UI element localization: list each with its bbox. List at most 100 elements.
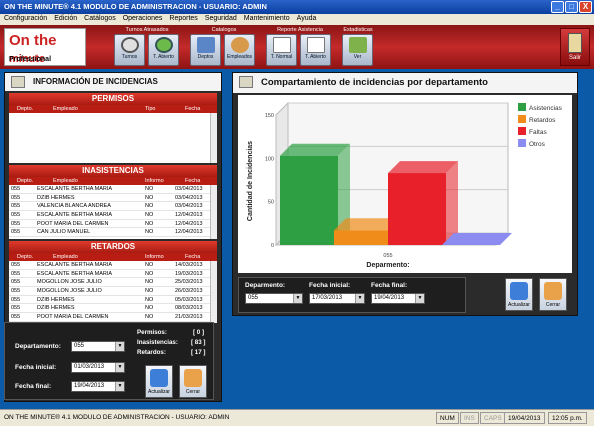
inasistencias-title: INASISTENCIAS — [9, 165, 217, 177]
actualizar-button[interactable]: Actualizar — [145, 365, 173, 398]
chart-icon — [239, 76, 253, 88]
refresh-icon — [510, 282, 528, 300]
table-row[interactable]: 055 POOT MARIA DEL CARMEN NO 21/03/2013 — [9, 313, 217, 322]
window-title: ON THE MINUTE® 4.1 MODULO DE ADMINISTRAC… — [4, 2, 267, 11]
table-row[interactable]: 055 VALENCIA BLANCA ANDREA NO 03/04/2013 — [9, 202, 217, 212]
deptos-button[interactable]: Deptos — [190, 34, 221, 66]
deparmento-select[interactable]: 055 ▼ — [245, 293, 303, 304]
cerrar-button[interactable]: Cerrar — [179, 365, 207, 398]
chevron-down-icon[interactable]: ▼ — [115, 382, 124, 391]
chevron-down-icon[interactable]: ▼ — [355, 294, 364, 303]
salir-button[interactable]: Salir — [560, 28, 590, 66]
retardos-title: RETARDOS — [9, 241, 217, 253]
group-label-reporte: Reporte Asistencia — [277, 27, 323, 33]
table-row[interactable]: 055 DZIB HERMES NO 08/03/2013 — [9, 304, 217, 314]
group-turnos: Turnos Atrasados Turnos T. Abierto — [110, 27, 184, 67]
y-tick-label: 0 — [271, 243, 274, 249]
deparmento-label: Deparmento: — [245, 282, 286, 289]
window-controls: _ □ X — [551, 1, 592, 13]
permisos-count-label: Permisos: — [137, 329, 167, 336]
t-normal-button[interactable]: T. Normal — [266, 34, 297, 66]
table-row[interactable]: 055 CAN JULIO MANUEL NO 12/04/2013 — [9, 228, 217, 238]
close-window-button[interactable]: X — [579, 1, 592, 13]
y-tick-label: 150 — [265, 113, 274, 119]
table-row[interactable]: 055 ESCALANTE BERTHA MARIA NO 14/03/2013 — [9, 261, 217, 270]
depto-label: Departamento: — [15, 343, 61, 350]
stats-icon — [348, 37, 367, 53]
retardos-count: [ 17 ] — [191, 349, 206, 356]
incidencias-header: INFORMACIÓN DE INCIDENCIAS — [5, 73, 221, 91]
inasistencias-count: [ 83 ] — [191, 339, 206, 346]
table-row[interactable]: 055 DZIB HERMES NO 05/03/2013 — [9, 296, 217, 305]
chevron-down-icon[interactable]: ▼ — [115, 342, 124, 351]
bar-asistencias — [280, 155, 338, 245]
menu-ayuda[interactable]: Ayuda — [297, 15, 317, 24]
bar-retardos — [334, 230, 392, 245]
depto-select[interactable]: 055 ▼ — [71, 341, 125, 352]
ver-button[interactable]: Ver — [342, 34, 373, 66]
legend-swatch — [518, 139, 526, 147]
table-row[interactable]: 055 POOT MARIA DEL CARMEN NO 12/04/2013 — [9, 220, 217, 229]
table-row[interactable]: 055 ESCALANTE BERTHA MARIA NO 19/03/2013 — [9, 270, 217, 279]
chevron-down-icon[interactable]: ▼ — [415, 294, 424, 303]
chevron-down-icon[interactable]: ▼ — [293, 294, 302, 303]
chart-actualizar-button[interactable]: Actualizar — [505, 278, 533, 311]
x-tick-label: 055 — [383, 253, 392, 259]
menu-catalogos[interactable]: Catálogos — [84, 15, 116, 24]
right-fecha-final-field[interactable]: 19/04/2013 ▼ — [371, 293, 425, 304]
y-axis-label: Cantidad de Incidencias — [247, 141, 254, 221]
bar-side-faltas — [446, 161, 458, 245]
employees-icon — [230, 37, 249, 53]
right-fecha-final-label: Fecha final: — [371, 282, 408, 289]
permisos-title: PERMISOS — [9, 93, 217, 105]
report-check-icon — [306, 37, 325, 53]
fecha-final-field[interactable]: 19/04/2013 ▼ — [71, 381, 125, 392]
right-fecha-inicial-field[interactable]: 17/03/2013 ▼ — [309, 293, 365, 304]
menu-bar: Configuración Edición Catálogos Operacio… — [0, 14, 594, 25]
menu-seguridad[interactable]: Seguridad — [205, 15, 237, 24]
retardos-table[interactable]: 055 ESCALANTE BERTHA MARIA NO 14/03/2013 05… — [9, 261, 217, 323]
inasistencias-count-label: Inasistencias: — [137, 339, 178, 346]
table-row[interactable]: 055 MOGOLLON JOSE JULIO NO 26/03/2013 — [9, 287, 217, 296]
report-icon — [272, 37, 291, 53]
permisos-columns: Depto. Empleado Tipo Fecha — [9, 105, 217, 113]
toolbar: On the minute Professional Turnos Atrasad… — [0, 25, 594, 69]
clock-icon — [120, 37, 139, 53]
title-bar: ON THE MINUTE® 4.1 MODULO DE ADMINISTRAC… — [0, 0, 594, 14]
menu-configuracion[interactable]: Configuración — [4, 15, 47, 24]
menu-operaciones[interactable]: Operaciones — [123, 15, 163, 24]
menu-edicion[interactable]: Edición — [54, 15, 77, 24]
fecha-inicial-field[interactable]: 01/03/2013 ▼ — [71, 362, 125, 373]
table-row[interactable]: 055 ESCALANTE BERTHA MARIA NO 03/04/2013 — [9, 185, 217, 194]
inasistencias-scrollbar[interactable] — [210, 185, 217, 239]
bar-top-asistencias — [280, 143, 350, 156]
app-logo: On the minute Professional — [4, 28, 86, 66]
exit-door-icon — [544, 282, 562, 300]
table-row[interactable]: 055 DZIB HERMES NO 03/04/2013 — [9, 194, 217, 203]
permisos-count: [ 0 ] — [193, 329, 205, 336]
menu-reportes[interactable]: Reportes — [169, 15, 197, 24]
status-time: 12:05 p.m. — [548, 412, 587, 424]
table-row[interactable]: 055 ESCALANTE BERTHA MARIA NO 12/04/2013 — [9, 211, 217, 220]
chart-cerrar-button[interactable]: Cerrar — [539, 278, 567, 311]
retardos-scrollbar[interactable] — [210, 261, 217, 323]
legend-swatch — [518, 103, 526, 111]
menu-mantenimiento[interactable]: Mantenimiento — [244, 15, 290, 24]
permisos-table[interactable] — [9, 113, 217, 163]
maximize-button[interactable]: □ — [565, 1, 578, 13]
group-catalogos: Catalogos Deptos Empleados — [188, 27, 260, 67]
x-axis-label: Deparmento: — [366, 262, 409, 269]
ins-indicator: INS — [460, 412, 479, 424]
fecha-inicial-label: Fecha inicial: — [15, 364, 57, 371]
permisos-scrollbar[interactable] — [210, 113, 217, 163]
inasistencias-table[interactable]: 055 ESCALANTE BERTHA MARIA NO 03/04/2013 05… — [9, 185, 217, 239]
turno-abierto-button[interactable]: T. Abierto — [148, 34, 179, 66]
table-row[interactable]: 055 MOGOLLON JOSE JULIO NO 25/03/2013 — [9, 278, 217, 288]
minimize-button[interactable]: _ — [551, 1, 564, 13]
legend-label-faltas: Faltas — [529, 129, 547, 136]
status-app: ON THE MINUTE® 4.1 MODULO DE ADMINISTRAC… — [4, 414, 230, 421]
empleados-button[interactable]: Empleados — [224, 34, 255, 66]
turnos-button[interactable]: Turnos — [114, 34, 145, 66]
chevron-down-icon[interactable]: ▼ — [115, 363, 124, 372]
t-abierto-report-button[interactable]: T. Abierto — [300, 34, 331, 66]
